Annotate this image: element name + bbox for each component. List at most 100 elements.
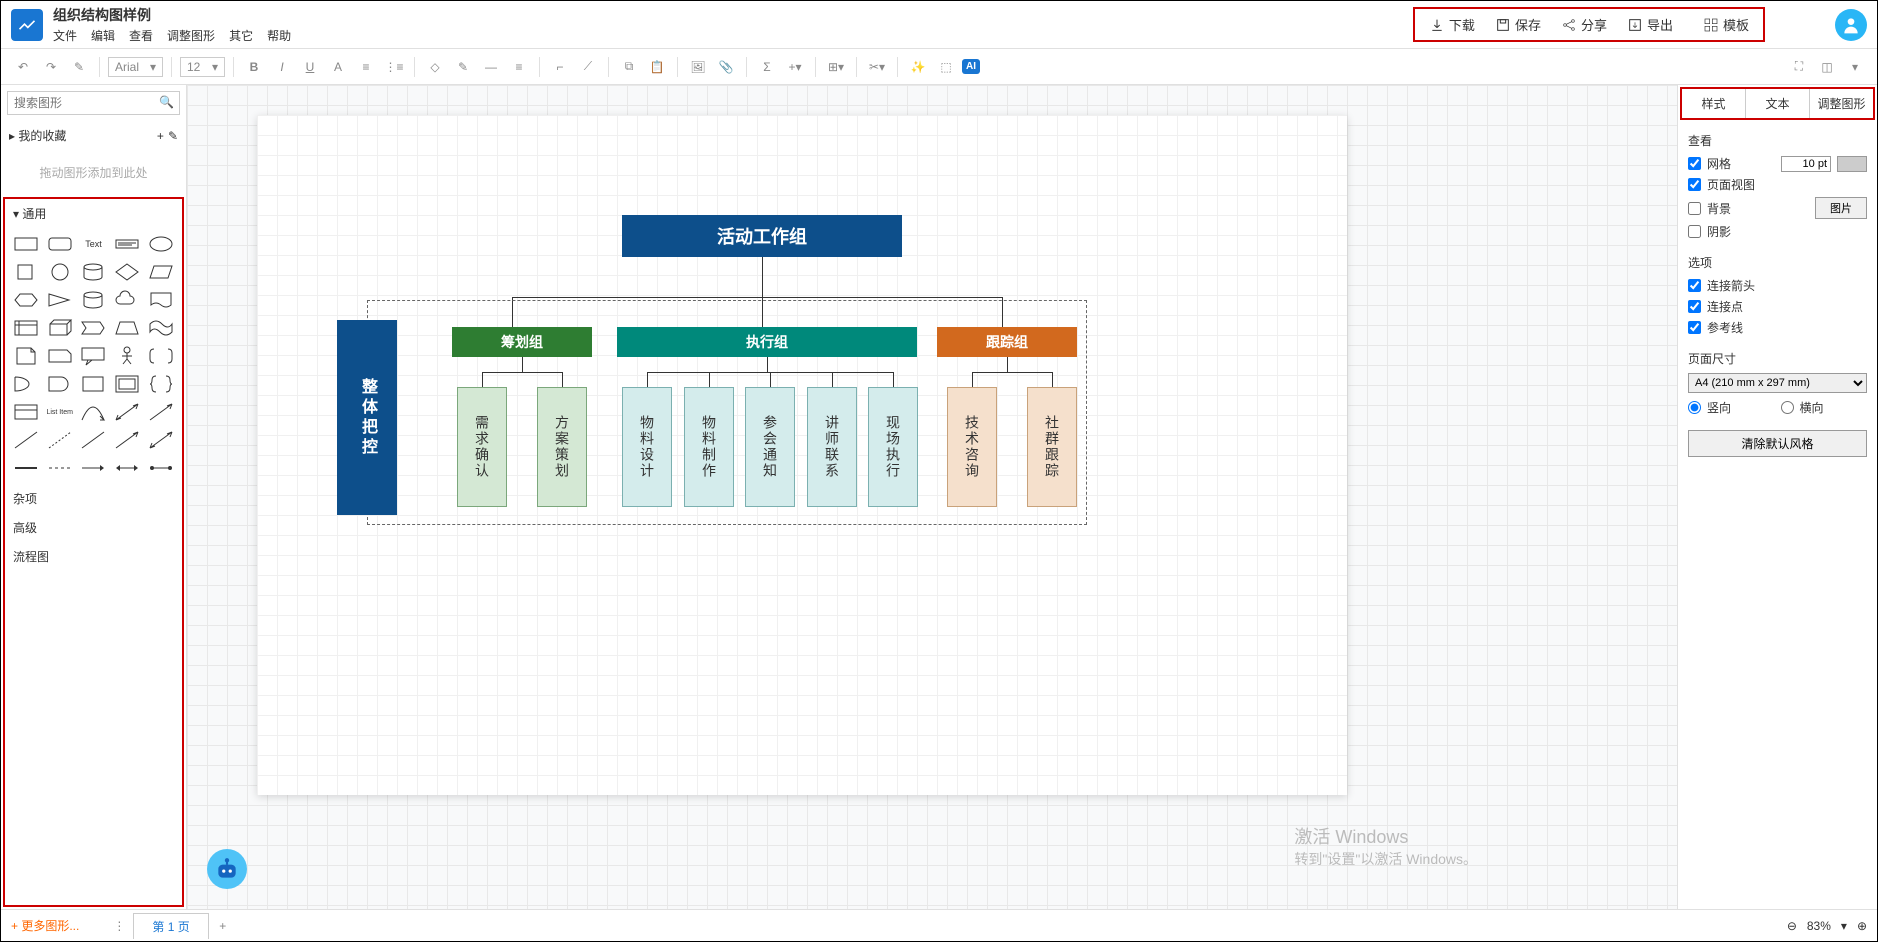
shape-curve[interactable] — [79, 400, 109, 424]
shape-rect[interactable] — [11, 232, 41, 256]
org-leaf[interactable]: 社群跟踪 — [1027, 387, 1077, 507]
formula-button[interactable]: Σ — [755, 55, 779, 79]
org-group-exec[interactable]: 执行组 — [617, 327, 917, 357]
org-leaf[interactable]: 现场执行 — [868, 387, 918, 507]
category-misc[interactable]: 杂项 — [5, 484, 182, 513]
shape-connector-bidir[interactable] — [112, 456, 142, 480]
page-tab-1[interactable]: 第 1 页 — [133, 913, 208, 939]
shape-or[interactable] — [11, 372, 41, 396]
fav-edit-icon[interactable]: ✎ — [168, 129, 178, 143]
shape-brackets[interactable] — [146, 344, 176, 368]
template-button[interactable]: 模板 — [1703, 15, 1749, 34]
ai-button[interactable]: AI — [962, 59, 980, 74]
org-group-plan[interactable]: 筹划组 — [452, 327, 592, 357]
underline-button[interactable]: U — [298, 55, 322, 79]
shape-page[interactable] — [11, 344, 41, 368]
org-leaf[interactable]: 物料设计 — [622, 387, 672, 507]
image-button[interactable]: 🖼 — [686, 55, 710, 79]
shape-arrow-bidir[interactable] — [112, 400, 142, 424]
shape-document[interactable] — [146, 288, 176, 312]
font-size-select[interactable]: 12▾ — [180, 57, 225, 77]
italic-button[interactable]: I — [270, 55, 294, 79]
add-button[interactable]: +▾ — [783, 55, 807, 79]
shape-step[interactable] — [79, 316, 109, 340]
org-leaf[interactable]: 方案策划 — [537, 387, 587, 507]
shape-and[interactable] — [45, 372, 75, 396]
bold-button[interactable]: B — [242, 55, 266, 79]
shape-parallelogram[interactable] — [146, 260, 176, 284]
shape-callout[interactable] — [79, 344, 109, 368]
shape-cloud[interactable] — [112, 288, 142, 312]
category-flowchart[interactable]: 流程图 — [5, 542, 182, 571]
shape-tape[interactable] — [146, 316, 176, 340]
redo-button[interactable]: ↷ — [39, 55, 63, 79]
org-node-side[interactable]: 整体把控 — [337, 320, 397, 515]
paste-button[interactable]: 📋 — [645, 55, 669, 79]
doc-title[interactable]: 组织结构图样例 — [53, 5, 291, 25]
chk-grid[interactable] — [1688, 157, 1701, 170]
line-width-button[interactable]: ≡ — [507, 55, 531, 79]
shape-list[interactable] — [11, 400, 41, 424]
page-size-select[interactable]: A4 (210 mm x 297 mm) — [1688, 373, 1867, 393]
font-color-button[interactable]: A — [326, 55, 350, 79]
copy-button[interactable]: ⧉ — [617, 55, 641, 79]
user-avatar[interactable] — [1835, 9, 1867, 41]
shape-line2[interactable] — [79, 428, 109, 452]
line-style-button[interactable]: — — [479, 55, 503, 79]
shape-connector-dash[interactable] — [45, 456, 75, 480]
menu-extras[interactable]: 其它 — [229, 27, 253, 44]
shape-internal[interactable] — [11, 316, 41, 340]
shape-line[interactable] — [11, 428, 41, 452]
tab-style[interactable]: 样式 — [1682, 89, 1746, 118]
chk-points[interactable] — [1688, 300, 1701, 313]
shape-frame[interactable] — [112, 372, 142, 396]
org-leaf[interactable]: 参会通知 — [745, 387, 795, 507]
canvas-page[interactable]: 活动工作组 整体把控 筹划组 — [257, 115, 1347, 795]
shape-cube[interactable] — [45, 316, 75, 340]
favorites-header[interactable]: ▸ 我的收藏 — [9, 127, 66, 144]
more-button[interactable]: ▾ — [1843, 55, 1867, 79]
image-button[interactable]: 图片 — [1815, 197, 1867, 219]
tab-arrange[interactable]: 调整图形 — [1810, 89, 1873, 118]
chk-page-view[interactable] — [1688, 178, 1701, 191]
chatbot-icon[interactable] — [207, 849, 247, 889]
menu-file[interactable]: 文件 — [53, 27, 77, 44]
list-button[interactable]: ⋮≡ — [382, 55, 406, 79]
chk-arrows[interactable] — [1688, 279, 1701, 292]
zoom-dropdown-icon[interactable]: ▾ — [1841, 919, 1847, 933]
category-advanced[interactable]: 高级 — [5, 513, 182, 542]
save-button[interactable]: 保存 — [1495, 15, 1541, 34]
shape-listitem[interactable]: List Item — [45, 400, 75, 424]
crop-button[interactable]: ✂▾ — [865, 55, 889, 79]
shape-roundrect[interactable] — [45, 232, 75, 256]
waypoints-button[interactable]: ⟋ — [576, 55, 600, 79]
shape-actor[interactable] — [112, 344, 142, 368]
export-button[interactable]: 导出 — [1627, 15, 1673, 34]
undo-button[interactable]: ↶ — [11, 55, 35, 79]
clear-style-button[interactable]: 清除默认风格 — [1688, 430, 1867, 457]
shape-arrow2[interactable] — [112, 428, 142, 452]
app-logo[interactable] — [11, 9, 43, 41]
org-leaf[interactable]: 讲师联系 — [807, 387, 857, 507]
shape-hexagon[interactable] — [11, 288, 41, 312]
align-button[interactable]: ≡ — [354, 55, 378, 79]
shape-connector-dot[interactable] — [146, 456, 176, 480]
more-shapes-link[interactable]: + 更多图形... — [11, 917, 79, 934]
page-menu-icon[interactable]: ⋮ — [109, 919, 129, 933]
fill-color-button[interactable]: ◇ — [423, 55, 447, 79]
line-color-button[interactable]: ✎ — [451, 55, 475, 79]
shape-textbox[interactable] — [112, 232, 142, 256]
shape-ellipse[interactable] — [146, 232, 176, 256]
org-leaf[interactable]: 需求确认 — [457, 387, 507, 507]
shape-text[interactable]: Text — [79, 232, 109, 256]
chk-background[interactable] — [1688, 202, 1701, 215]
panel-toggle-button[interactable]: ◫ — [1815, 55, 1839, 79]
shape-arrow[interactable] — [146, 400, 176, 424]
font-select[interactable]: Arial▾ — [108, 57, 163, 77]
shape-diamond[interactable] — [112, 260, 142, 284]
shape-connector[interactable] — [11, 456, 41, 480]
shape-trapezoid[interactable] — [112, 316, 142, 340]
menu-view[interactable]: 查看 — [129, 27, 153, 44]
connector-button[interactable]: ⌐ — [548, 55, 572, 79]
download-button[interactable]: 下载 — [1429, 15, 1475, 34]
